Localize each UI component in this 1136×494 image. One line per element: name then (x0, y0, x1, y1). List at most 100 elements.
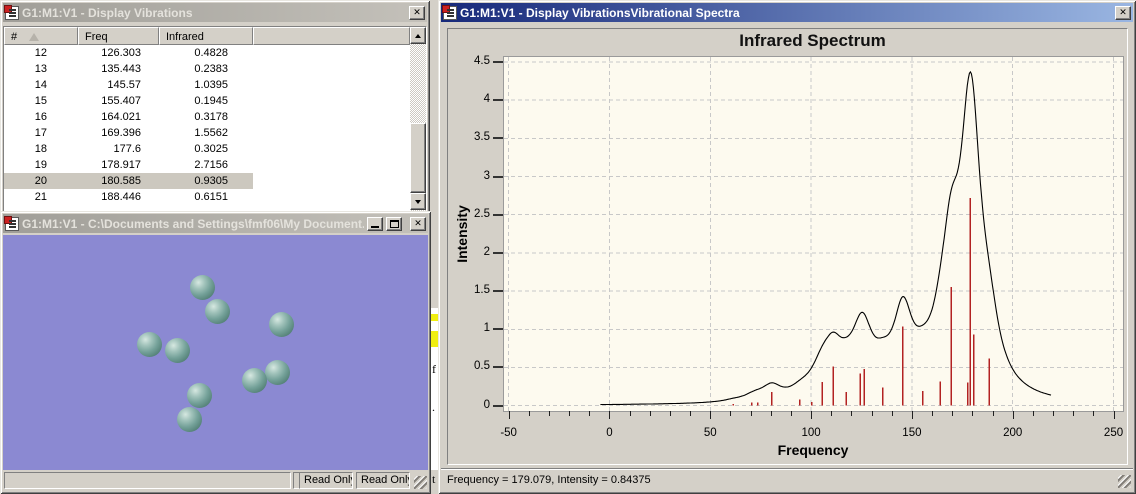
column-header-number[interactable]: # (4, 27, 78, 45)
status-bar: Read Only Read Only (3, 470, 428, 491)
table-cell: 0.6151 (194, 191, 228, 203)
arrow-up-icon (415, 33, 421, 38)
atom-sphere[interactable] (268, 311, 294, 337)
x-tick-mark (710, 411, 712, 419)
table-cell (253, 141, 410, 157)
atom-sphere[interactable] (136, 331, 162, 357)
highlight-fragment (431, 331, 438, 347)
scrollbar-thumb[interactable] (410, 123, 426, 193)
table-row[interactable]: 18 177.6 0.3025 (4, 141, 410, 157)
x-tick-label: 200 (1003, 427, 1023, 439)
table-cell (253, 45, 410, 61)
scroll-down-button[interactable] (410, 193, 426, 210)
table-row[interactable]: 14 145.57 1.0395 (4, 77, 410, 93)
close-button[interactable]: ✕ (410, 216, 426, 231)
table-cell: 178.917 (101, 159, 141, 171)
x-tick-mark (750, 411, 752, 416)
table-cell: 164.021 (101, 111, 141, 123)
x-tick-mark (609, 411, 611, 419)
titlebar[interactable]: G1:M1:V1 - Display VibrationsVibrational… (441, 3, 1133, 22)
x-tick-label: -50 (500, 427, 517, 439)
status-message-panel (4, 472, 291, 489)
close-icon: ✕ (414, 218, 422, 228)
table-row[interactable]: 20 180.585 0.9305 (4, 173, 410, 189)
x-tick-mark (1012, 411, 1014, 419)
table-cell: 0.3025 (194, 143, 228, 155)
vertical-scrollbar[interactable] (410, 27, 426, 211)
table-cell: 16 (34, 111, 47, 123)
y-tick-mark (493, 213, 503, 216)
column-header-infrared[interactable]: Infrared (159, 27, 253, 45)
x-tick-mark (1032, 411, 1034, 416)
app-icon[interactable] (442, 4, 457, 20)
table-cell: 1.5562 (194, 127, 228, 139)
atom-sphere[interactable] (204, 298, 230, 324)
table-cell: 188.446 (101, 191, 141, 203)
table-cell: 1.0395 (194, 79, 228, 91)
resize-grip[interactable] (1118, 475, 1131, 488)
app-icon[interactable] (4, 4, 19, 20)
x-tick-mark (932, 411, 934, 416)
app-icon[interactable] (4, 215, 19, 231)
table-row[interactable]: 21 188.446 0.6151 (4, 189, 410, 205)
resize-grip[interactable] (414, 476, 427, 489)
atom-sphere[interactable] (176, 406, 202, 432)
x-tick-mark (589, 411, 591, 416)
maximize-button[interactable] (386, 216, 402, 231)
table-cell: 18 (34, 143, 47, 155)
table-row[interactable]: 19 178.917 2.7156 (4, 157, 410, 173)
column-header-empty[interactable] (253, 27, 410, 45)
table-row[interactable]: 15 155.407 0.1945 (4, 93, 410, 109)
x-tick-mark (972, 411, 974, 416)
x-tick-mark (1073, 411, 1075, 416)
x-tick-mark (1113, 411, 1115, 419)
y-tick-mark (493, 99, 503, 102)
table-cell (253, 157, 410, 173)
close-icon: ✕ (1119, 7, 1127, 17)
atom-sphere[interactable] (189, 274, 215, 300)
close-icon: ✕ (413, 7, 421, 17)
table-row[interactable]: 12 126.303 0.4828 (4, 45, 410, 61)
table-row[interactable]: 16 164.021 0.3178 (4, 109, 410, 125)
column-header-freq[interactable]: Freq (78, 27, 159, 45)
highlight-fragment (431, 314, 438, 321)
desktop-sliver: f . t (430, 0, 438, 494)
table-row[interactable]: 17 169.396 1.5562 (4, 125, 410, 141)
x-tick-mark (730, 411, 732, 416)
y-tick-mark (493, 175, 503, 178)
titlebar[interactable]: G1:M1:V1 - C:\Documents and Settings\fmf… (3, 214, 428, 233)
y-tick-mark (493, 251, 503, 254)
y-tick-label: 0.5 (474, 360, 490, 373)
x-tick-mark (1093, 411, 1095, 416)
table-cell: 0.2383 (194, 63, 228, 75)
titlebar[interactable]: G1:M1:V1 - Display Vibrations ✕ (3, 3, 427, 22)
y-tick-label: 1.5 (474, 284, 490, 297)
x-tick-mark (508, 411, 510, 419)
fragment-text: . (432, 400, 435, 414)
x-tick-mark (871, 411, 873, 416)
table-cell: 0.9305 (159, 173, 253, 189)
gridlines (504, 57, 1123, 411)
atom-sphere[interactable] (264, 359, 290, 385)
table-row[interactable]: 13 135.443 0.2383 (4, 61, 410, 77)
close-button[interactable]: ✕ (1115, 5, 1131, 20)
window-molecule-view: G1:M1:V1 - C:\Documents and Settings\fmf… (0, 211, 431, 494)
table-cell: 145.57 (107, 79, 141, 91)
close-button[interactable]: ✕ (409, 5, 425, 20)
y-tick-mark (493, 290, 503, 293)
scroll-up-button[interactable] (410, 27, 426, 44)
x-tick-mark (669, 411, 671, 416)
molecule-viewport[interactable] (3, 235, 428, 470)
atom-sphere[interactable] (164, 337, 190, 363)
atom-sphere[interactable] (241, 367, 267, 393)
x-tick-mark (831, 411, 833, 416)
atom-sphere[interactable] (186, 382, 212, 408)
x-tick-label: 0 (606, 427, 613, 439)
minimize-button[interactable] (367, 216, 383, 231)
plot-area[interactable] (503, 56, 1124, 412)
table-cell (253, 93, 410, 109)
table-cell: 135.443 (101, 63, 141, 75)
y-tick-label: 2.5 (474, 207, 490, 220)
window-display-vibrations: G1:M1:V1 - Display Vibrations ✕ # Freq I… (0, 0, 430, 213)
y-tick-mark (493, 404, 503, 407)
